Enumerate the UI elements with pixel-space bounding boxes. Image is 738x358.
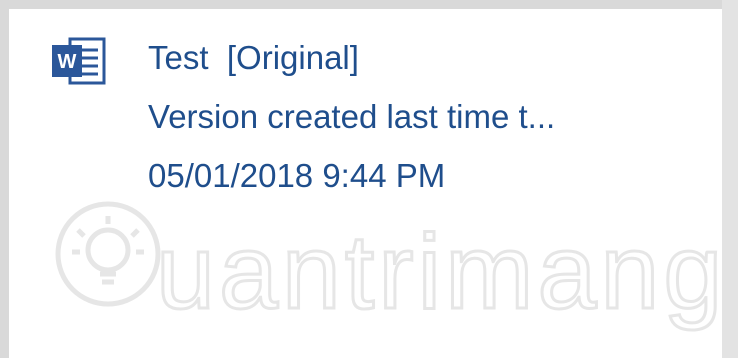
watermark-text: uantrimang [156,213,726,331]
version-description: Version created last time t... [148,98,556,135]
version-list-item[interactable]: W Test [Original] Version created last t… [10,10,724,358]
svg-text:W: W [58,51,77,73]
lightbulb-logo-icon [55,201,161,307]
version-tag: [Original] [226,39,359,76]
word-document-icon: W [52,37,106,85]
version-title: Test [Original] [148,28,555,87]
document-name: Test [148,39,209,76]
watermark: uantrimang [55,201,726,333]
version-details: Test [Original] Version created last tim… [148,28,555,205]
